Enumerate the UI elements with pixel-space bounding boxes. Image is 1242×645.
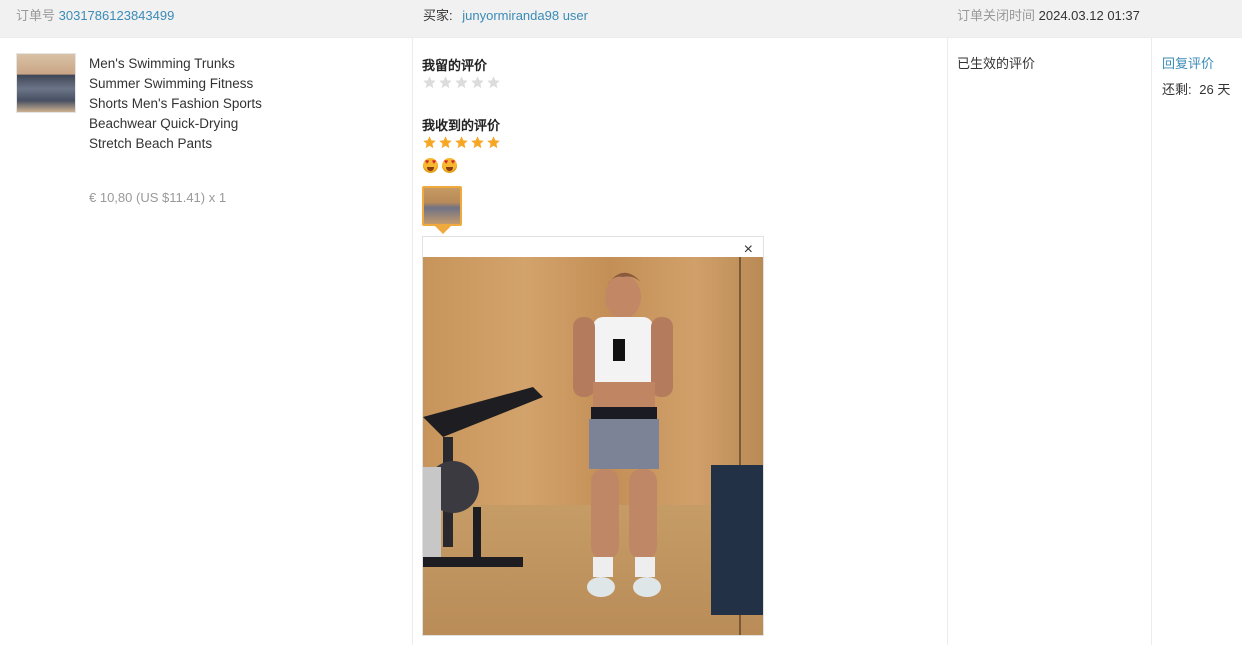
order-number-label: 订单号 bbox=[16, 8, 56, 23]
star-icon bbox=[439, 136, 452, 149]
product-thumbnail[interactable] bbox=[16, 53, 76, 113]
column-divider bbox=[947, 38, 948, 645]
received-review-title: 我收到的评价 bbox=[422, 118, 501, 133]
column-divider bbox=[1151, 38, 1152, 645]
product-price: € 10,80 (US $11.41) x 1 bbox=[89, 190, 227, 205]
heart-eyes-emoji-icon bbox=[423, 158, 438, 173]
order-header: 订单号 3031786123843499 买家: junyormiranda98… bbox=[0, 0, 1242, 38]
star-icon bbox=[471, 136, 484, 149]
photo-exercise-mat bbox=[711, 465, 763, 615]
my-review-title: 我留的评价 bbox=[422, 58, 488, 73]
star-icon bbox=[487, 76, 500, 89]
star-icon bbox=[455, 76, 468, 89]
star-icon bbox=[455, 136, 468, 149]
closed-time-label: 订单关闭时间 bbox=[957, 8, 1036, 23]
star-icon bbox=[423, 136, 436, 149]
review-photo[interactable] bbox=[423, 257, 763, 635]
photo-person bbox=[573, 272, 673, 597]
review-photo-viewer: × bbox=[422, 236, 764, 636]
star-icon bbox=[471, 76, 484, 89]
my-review-stars bbox=[422, 75, 501, 90]
reply-review-link[interactable]: 回复评价 bbox=[1162, 53, 1214, 72]
column-divider bbox=[412, 38, 413, 645]
star-icon bbox=[423, 76, 436, 89]
remaining-value: 26 天 bbox=[1199, 82, 1231, 97]
closed-time-group: 订单关闭时间 2024.03.12 01:37 bbox=[957, 5, 1140, 24]
review-status: 已生效的评价 bbox=[957, 56, 1036, 71]
remaining-label: 还剩: bbox=[1162, 82, 1192, 97]
review-emojis bbox=[423, 158, 457, 173]
buyer-group: 买家: junyormiranda98 user bbox=[423, 5, 588, 24]
star-icon bbox=[487, 136, 500, 149]
closed-time-value: 2024.03.12 01:37 bbox=[1038, 8, 1140, 23]
star-icon bbox=[439, 76, 452, 89]
photo-exercise-bike bbox=[423, 387, 543, 567]
buyer-name-link[interactable]: junyormiranda98 user bbox=[462, 8, 588, 23]
viewer-pointer-arrow bbox=[435, 226, 451, 234]
remaining-time: 还剩: 26 天 bbox=[1162, 79, 1230, 98]
received-review-stars bbox=[422, 135, 501, 150]
buyer-label: 买家: bbox=[423, 8, 453, 23]
heart-eyes-emoji-icon bbox=[442, 158, 457, 173]
product-title-link[interactable]: Men's Swimming Trunks Summer Swimming Fi… bbox=[89, 54, 264, 154]
review-photo-thumbnail[interactable] bbox=[422, 186, 462, 226]
order-number-group: 订单号 3031786123843499 bbox=[16, 5, 174, 24]
order-number-link[interactable]: 3031786123843499 bbox=[59, 8, 175, 23]
